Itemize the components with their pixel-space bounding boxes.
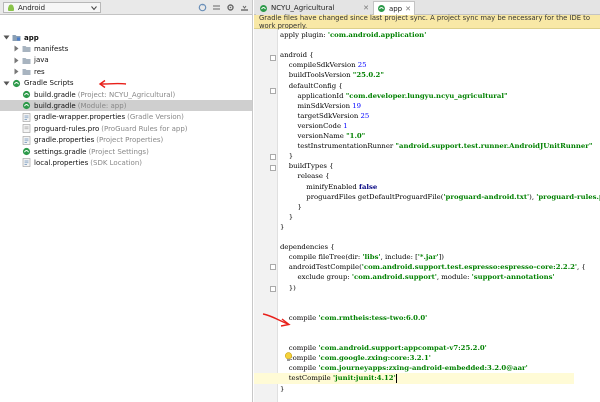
tree-item-label: gradle.properties <box>34 136 95 145</box>
tree-item-label: build.gradle <box>34 101 76 110</box>
expanded-arrow-icon[interactable] <box>3 80 10 87</box>
tree-item[interactable]: local.properties (SDK Location) <box>0 157 252 168</box>
project-toolbar: Android <box>0 0 252 15</box>
chevron-down-icon <box>91 6 97 11</box>
tree-item-label: Gradle Scripts <box>24 79 74 88</box>
tree-item[interactable]: gradle.properties (Project Properties) <box>0 135 252 146</box>
tree-item-hint: (ProGuard Rules for app) <box>101 124 188 133</box>
tree-item[interactable]: build.gradle (Module: app) <box>0 100 252 112</box>
tree-item[interactable]: app <box>0 32 252 43</box>
tree-item-label: proguard-rules.pro <box>34 124 100 133</box>
tree-item-label: res <box>34 67 45 76</box>
text-cursor <box>395 373 397 383</box>
tree-item-hint: (SDK Location) <box>90 158 142 167</box>
fold-marker[interactable] <box>270 154 276 160</box>
tree-item-label: build.gradle <box>34 90 76 99</box>
code-line: testCompile 'junit:junit:4.12' <box>254 373 574 385</box>
code-line: proguardFiles getDefaultProguardFile('pr… <box>280 192 600 201</box>
red-arrow-annotation-tree <box>98 79 127 89</box>
tree-item-hint: (Gradle Version) <box>127 113 184 122</box>
collapsed-arrow-icon[interactable] <box>13 57 20 64</box>
collapsed-arrow-icon[interactable] <box>13 45 20 52</box>
code-line: } <box>280 384 285 393</box>
properties-icon <box>22 112 31 122</box>
tree-item[interactable]: res <box>0 66 252 77</box>
collapse-all-icon[interactable] <box>212 3 221 12</box>
tree-item[interactable]: settings.gradle (Project Settings) <box>0 146 252 157</box>
folder-icon <box>22 57 31 64</box>
folder-icon <box>22 69 31 76</box>
properties-icon <box>22 158 31 168</box>
project-view-dropdown[interactable]: Android <box>3 2 101 13</box>
folder-module-icon <box>12 35 21 41</box>
fold-marker[interactable] <box>270 286 276 292</box>
tree-item-hint: (Module: app) <box>77 101 127 110</box>
project-panel: Android app manifests java res Gradle Script… <box>0 0 253 402</box>
tree-item-hint: (Project: NCYU_Agricultural) <box>77 90 176 99</box>
tree-item-label: java <box>34 56 49 65</box>
folder-icon <box>22 46 31 53</box>
tree-item-label: manifests <box>34 44 69 53</box>
close-icon[interactable]: ✕ <box>363 4 369 12</box>
gradle-icon <box>377 5 385 12</box>
code-line: testInstrumentationRunner "android.suppo… <box>280 142 593 151</box>
fold-marker[interactable] <box>270 55 276 61</box>
tree-item[interactable]: build.gradle (Project: NCYU_Agricultural) <box>0 89 252 100</box>
gradle-file-icon <box>22 90 31 99</box>
tab-label: NCYU_Agricultural <box>271 4 335 12</box>
lightbulb-icon[interactable] <box>284 352 293 362</box>
tree-item-hint: (Project Settings) <box>88 147 149 156</box>
code-line: } <box>280 222 285 231</box>
gradle-icon <box>260 4 267 12</box>
gradle-file-icon <box>22 147 31 156</box>
tree-item[interactable]: java <box>0 55 252 66</box>
properties-icon <box>22 135 31 145</box>
tree-item-label: gradle-wrapper.properties <box>34 113 126 122</box>
tab-label: app <box>388 4 403 13</box>
code-line: apply plugin: 'com.android.application' <box>280 31 427 39</box>
tree-item-label: app <box>24 33 39 42</box>
tree-item-label: settings.gradle <box>34 147 87 156</box>
tree-item-hint: (Project Properties) <box>96 136 164 145</box>
project-view-label: Android <box>18 3 46 12</box>
android-icon <box>8 4 14 11</box>
fold-marker[interactable] <box>270 264 276 270</box>
expanded-arrow-icon[interactable] <box>3 34 10 41</box>
fold-marker[interactable] <box>270 165 276 171</box>
gear-icon[interactable] <box>226 3 235 12</box>
sync-icon[interactable] <box>198 3 207 12</box>
editor-gutter <box>254 29 278 402</box>
gradle-sync-banner: Gradle files have changed since last pro… <box>254 14 600 30</box>
collapsed-arrow-icon[interactable] <box>13 68 20 75</box>
code-line: exclude group: 'com.android.support', mo… <box>280 273 555 282</box>
tree-item[interactable]: manifests <box>0 43 252 54</box>
tree-item-label: local.properties <box>34 158 89 167</box>
gradle-file-icon <box>22 102 31 110</box>
hide-panel-icon[interactable] <box>240 3 249 12</box>
close-icon[interactable]: ✕ <box>405 5 411 13</box>
code-line: }) <box>280 283 296 292</box>
fold-marker[interactable] <box>270 88 276 94</box>
code-line: compile 'com.rmtheis:tess-two:6.0.0' <box>280 313 428 322</box>
gradle-icon <box>12 79 21 87</box>
red-arrow-annotation-code <box>262 313 291 327</box>
tree-item[interactable]: proguard-rules.pro (ProGuard Rules for ap… <box>0 123 252 134</box>
tree-item[interactable]: gradle-wrapper.properties (Gradle Version… <box>0 112 252 123</box>
code-editor[interactable]: apply plugin: 'com.android.application' a… <box>254 29 600 402</box>
file-icon <box>22 124 31 133</box>
